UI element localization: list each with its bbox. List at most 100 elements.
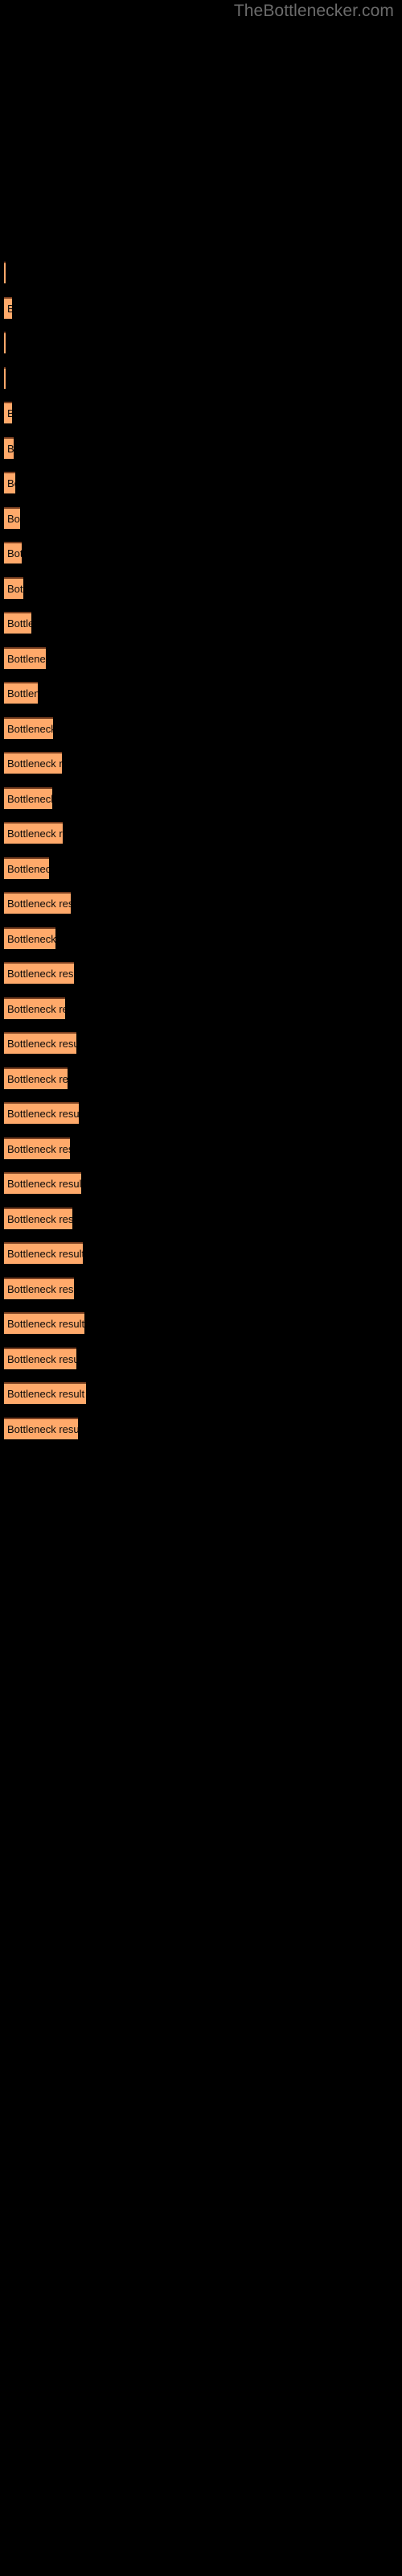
chart-bar: Bottleneck result (4, 1278, 74, 1299)
bar-label: Bottleneck result (7, 1422, 78, 1435)
bar-row: Bottleneck result (0, 297, 402, 319)
chart-bar: Bottleneck result (4, 1382, 86, 1404)
bar-label: Bottleneck result (7, 862, 49, 875)
bar-label: Bottleneck result (7, 1352, 76, 1365)
bar-label: Bottleneck result (7, 1282, 74, 1295)
bar-label: Bottleneck result (7, 1387, 85, 1400)
chart-bar: Bottleneck result (4, 1242, 83, 1264)
bar-label: Bottleneck result (7, 442, 14, 455)
chart-bar: Bottleneck result (4, 822, 63, 844)
bar-label: Bottleneck result (7, 512, 20, 525)
bar-row: Bottleneck result (0, 367, 402, 389)
bar-row: Bottleneck result (0, 1242, 402, 1264)
bar-row: Bottleneck result (0, 1032, 402, 1054)
bar-row: Bottleneck result (0, 682, 402, 704)
bar-label: Bottleneck result (7, 897, 71, 910)
bar-row: Bottleneck result (0, 402, 402, 423)
chart-bar: Bottleneck result (4, 332, 6, 353)
bar-row: Bottleneck result (0, 962, 402, 984)
chart-bar: Bottleneck result (4, 927, 55, 949)
bar-row: Bottleneck result (0, 1102, 402, 1124)
chart-bar: Bottleneck result (4, 1208, 72, 1229)
bar-row: Bottleneck result (0, 332, 402, 353)
bar-label: Bottleneck result (7, 303, 12, 315)
bar-row: Bottleneck result (0, 997, 402, 1019)
bar-label: Bottleneck result (7, 792, 52, 805)
chart-bar: Bottleneck result (4, 1067, 68, 1089)
bar-row: Bottleneck result (0, 927, 402, 949)
bar-row: Bottleneck result (0, 437, 402, 459)
bar-row: Bottleneck result (0, 542, 402, 564)
chart-bar: Bottleneck result (4, 892, 71, 914)
bar-row: Bottleneck result (0, 892, 402, 914)
bar-label: Bottleneck result (7, 932, 55, 945)
bar-row: Bottleneck result (0, 577, 402, 599)
bar-row: Bottleneck result (0, 612, 402, 634)
bar-label: Bottleneck result (7, 1037, 76, 1050)
chart-bar: Bottleneck result (4, 857, 49, 879)
bar-label: Bottleneck result (7, 757, 62, 770)
bar-label: Bottleneck result (7, 1247, 83, 1260)
bar-row: Bottleneck result (0, 752, 402, 774)
bar-label: Bottleneck result (7, 827, 63, 840)
chart-bar: Bottleneck result (4, 437, 14, 459)
chart-bar: Bottleneck result (4, 997, 65, 1019)
bar-row: Bottleneck result (0, 1348, 402, 1369)
bar-row: Bottleneck result (0, 1418, 402, 1439)
bar-label: Bottleneck result (7, 407, 12, 419)
bar-row: Bottleneck result (0, 717, 402, 739)
chart-bar: Bottleneck result (4, 752, 62, 774)
chart-bar: Bottleneck result (4, 297, 12, 319)
chart-bar: Bottleneck result (4, 542, 22, 564)
bar-label: Bottleneck result (7, 477, 15, 489)
bar-label: Bottleneck result (7, 652, 46, 665)
bar-label: Bottleneck result (7, 967, 74, 980)
chart-bar: Bottleneck result (4, 367, 6, 389)
chart-bar: Bottleneck result (4, 1172, 81, 1194)
chart-bar: Bottleneck result (4, 787, 52, 809)
chart-bar: Bottleneck result (4, 577, 23, 599)
bar-row: Bottleneck result (0, 1067, 402, 1089)
bar-label: Bottleneck result (7, 1317, 84, 1330)
bar-row: Bottleneck result (0, 787, 402, 809)
chart-bar: Bottleneck result (4, 472, 15, 493)
bar-row: Bottleneck result (0, 857, 402, 879)
bar-label: Bottleneck result (7, 547, 22, 559)
bar-label: Bottleneck result (7, 617, 31, 630)
chart-bar: Bottleneck result (4, 1032, 76, 1054)
chart-bar: Bottleneck result (4, 647, 46, 669)
bar-label: Bottleneck result (7, 1107, 79, 1120)
chart-bar: Bottleneck result (4, 1137, 70, 1159)
bar-label: Bottleneck result (7, 1072, 68, 1085)
bar-row: Bottleneck result (0, 1278, 402, 1299)
chart-bar: Bottleneck result (4, 1312, 84, 1334)
chart-bar: Bottleneck result (4, 402, 12, 423)
bar-row: Bottleneck result (0, 1172, 402, 1194)
chart-bar: Bottleneck result (4, 717, 53, 739)
bar-label: Bottleneck result (7, 687, 38, 700)
bar-row: Bottleneck result (0, 472, 402, 493)
bar-label: Bottleneck result (7, 582, 23, 595)
bar-row: Bottleneck result (0, 1208, 402, 1229)
bar-label: Bottleneck result (7, 1212, 72, 1225)
bar-row: Bottleneck result (0, 507, 402, 529)
chart-bar: Bottleneck result (4, 507, 20, 529)
chart-bar: Bottleneck result (4, 262, 6, 283)
bar-row: Bottleneck result (0, 647, 402, 669)
bar-row: Bottleneck result (0, 1382, 402, 1404)
chart-bar: Bottleneck result (4, 1418, 78, 1439)
bar-label: Bottleneck result (7, 722, 53, 735)
chart-bar: Bottleneck result (4, 682, 38, 704)
bar-row: Bottleneck result (0, 1312, 402, 1334)
bar-row: Bottleneck result (0, 1137, 402, 1159)
bar-label: Bottleneck result (7, 1177, 81, 1190)
bar-label: Bottleneck result (7, 1002, 65, 1015)
bottleneck-bar-chart: Bottleneck result Bottleneck result Bottle… (0, 0, 402, 2576)
bar-row: Bottleneck result (0, 262, 402, 283)
chart-bar: Bottleneck result (4, 612, 31, 634)
bar-row: Bottleneck result (0, 822, 402, 844)
chart-bar: Bottleneck result (4, 1348, 76, 1369)
chart-bar: Bottleneck result (4, 1102, 79, 1124)
bar-label: Bottleneck result (7, 1142, 70, 1155)
chart-bar: Bottleneck result (4, 962, 74, 984)
